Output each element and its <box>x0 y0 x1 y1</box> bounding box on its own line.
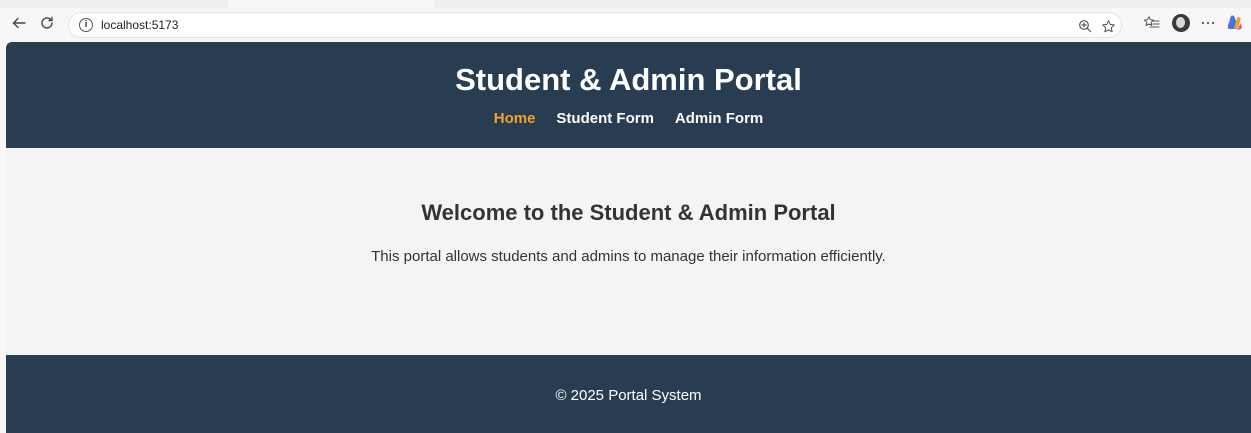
browser-toolbar: i localhost:5173 <box>0 0 1251 42</box>
page-title: Student & Admin Portal <box>455 62 802 97</box>
tab-strip <box>0 0 1251 8</box>
address-url[interactable]: localhost:5173 <box>101 18 178 32</box>
copilot-icon[interactable] <box>1225 13 1245 33</box>
site-footer: © 2025 Portal System <box>6 355 1251 433</box>
nav-link-home[interactable]: Home <box>494 110 536 127</box>
page-viewport: Student & Admin Portal Home Student Form… <box>6 42 1251 433</box>
welcome-heading: Welcome to the Student & Admin Portal <box>421 200 836 225</box>
main-nav: Home Student Form Admin Form <box>6 110 1251 127</box>
more-icon[interactable] <box>1198 13 1218 33</box>
star-icon[interactable] <box>1100 18 1116 34</box>
reload-icon[interactable] <box>38 14 56 32</box>
footer-text: © 2025 Portal System <box>555 387 702 404</box>
address-bar[interactable]: i localhost:5173 <box>68 12 1122 38</box>
welcome-text: This portal allows students and admins t… <box>371 248 886 265</box>
site-header: Student & Admin Portal Home Student Form… <box>6 42 1251 148</box>
nav-link-admin-form[interactable]: Admin Form <box>675 110 763 127</box>
main-content: Welcome to the Student & Admin Portal Th… <box>6 148 1251 355</box>
info-icon[interactable]: i <box>79 18 93 32</box>
nav-link-student-form[interactable]: Student Form <box>556 110 654 127</box>
zoom-icon[interactable] <box>1077 18 1093 34</box>
back-arrow-icon[interactable] <box>10 14 28 32</box>
favorites-list-icon[interactable] <box>1142 13 1162 33</box>
avatar[interactable] <box>1172 14 1190 32</box>
active-tab-edge <box>228 0 434 8</box>
